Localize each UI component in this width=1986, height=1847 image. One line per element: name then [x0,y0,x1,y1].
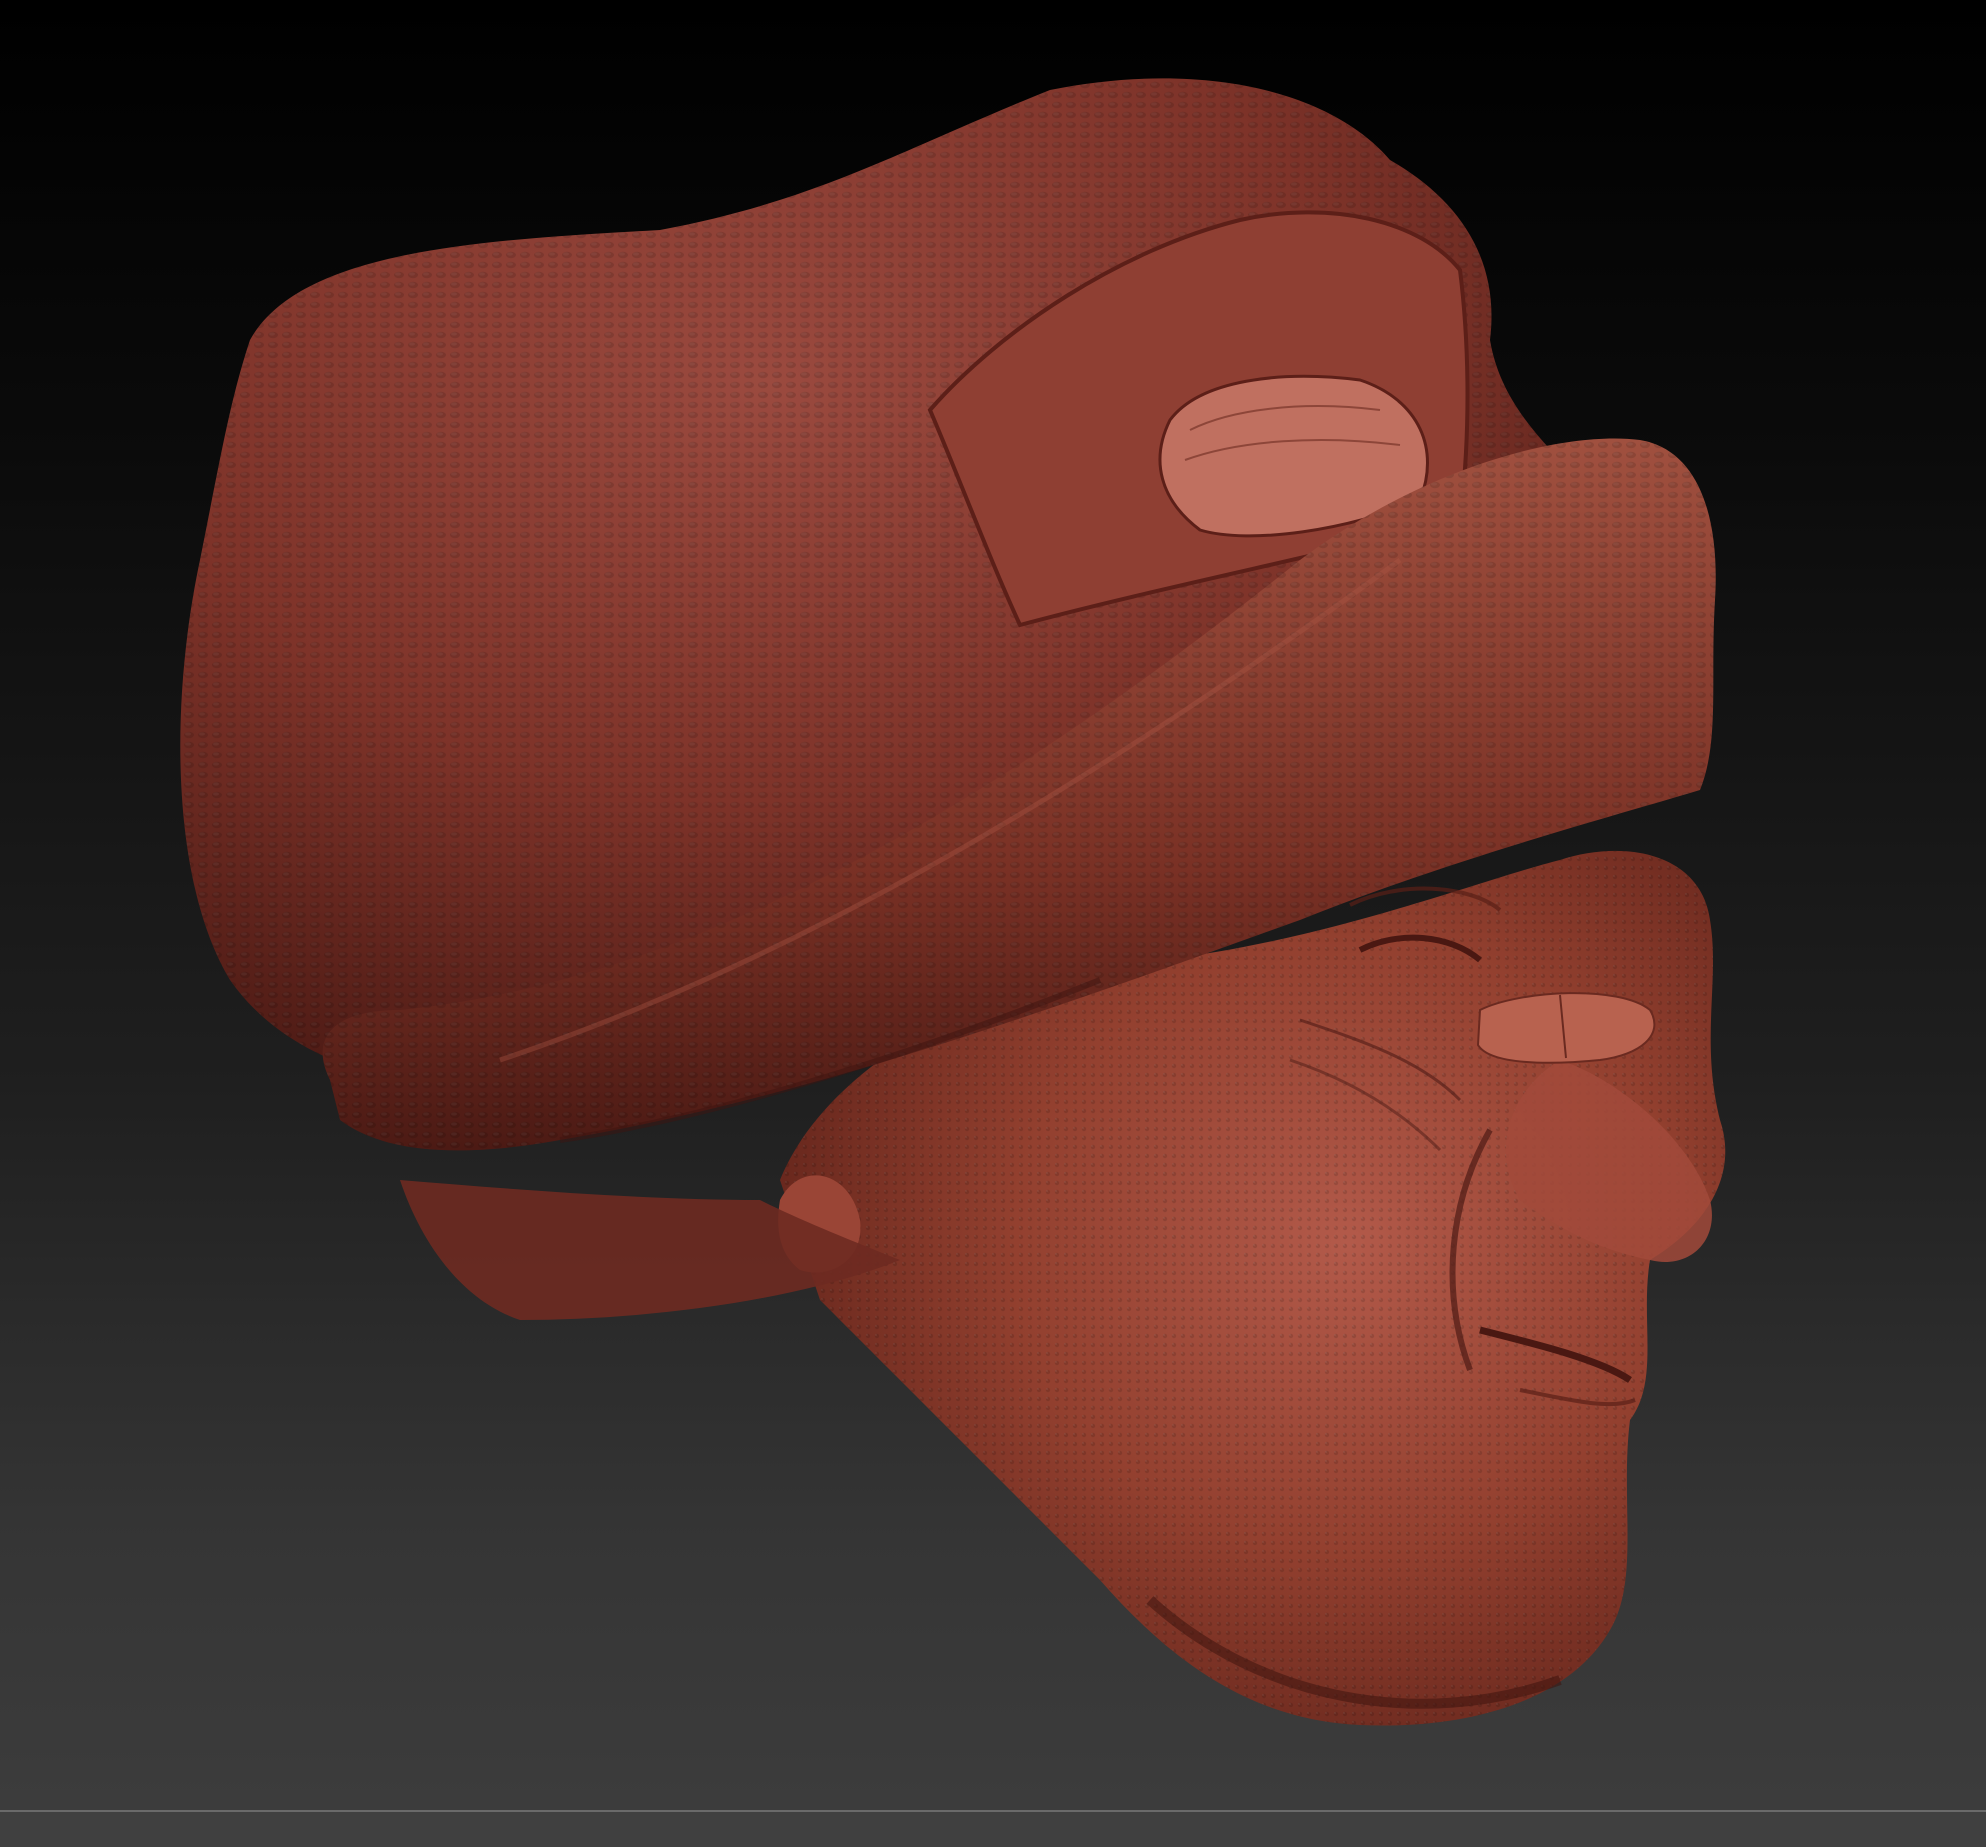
sculpt-model[interactable] [0,0,1986,1810]
status-bar [0,1810,1986,1847]
3d-viewport[interactable] [0,0,1986,1810]
